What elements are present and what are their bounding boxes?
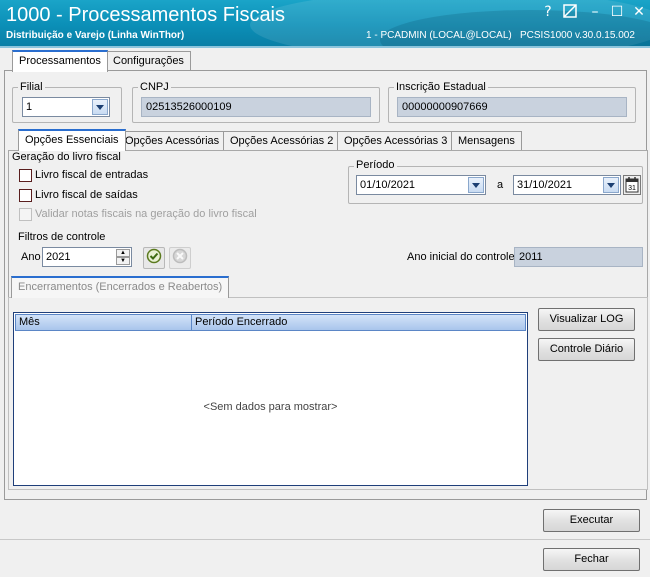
grid-empty-message: <Sem dados para mostrar> bbox=[203, 401, 338, 413]
maximize-icon[interactable]: ☐ bbox=[609, 4, 625, 20]
tab-opcoes-essenciais[interactable]: Opções Essenciais bbox=[18, 129, 126, 151]
svg-text:31: 31 bbox=[628, 185, 636, 192]
ano-spinner[interactable]: 2021 ▲ ▼ bbox=[42, 247, 132, 267]
title-bar: 1000 - Processamentos Fiscais Distribuiç… bbox=[0, 0, 650, 46]
entradas-label[interactable]: Livro fiscal de entradas bbox=[35, 169, 148, 181]
fechar-button[interactable]: Fechar bbox=[543, 548, 640, 571]
tab-configuracoes[interactable]: Configurações bbox=[106, 51, 191, 71]
spinner-down-icon[interactable]: ▼ bbox=[116, 257, 130, 265]
visualizar-log-button[interactable]: Visualizar LOG bbox=[538, 308, 635, 331]
saidas-label[interactable]: Livro fiscal de saídas bbox=[35, 189, 138, 201]
tab-encerramentos[interactable]: Encerramentos (Encerrados e Reabertos) bbox=[11, 276, 230, 298]
geracao-label: Geração do livro fiscal bbox=[12, 151, 121, 163]
inscricao-label: Inscrição Estadual bbox=[394, 81, 488, 93]
tab-opcoes-acessorias-2[interactable]: Opções Acessórias 2 bbox=[223, 131, 341, 151]
filial-select[interactable]: 1 bbox=[22, 97, 110, 117]
validar-label: Validar notas fiscais na geração do livr… bbox=[35, 208, 257, 220]
periodo-start-date[interactable]: 01/10/2021 bbox=[356, 175, 486, 195]
confirm-button[interactable] bbox=[143, 247, 165, 269]
tab-opcoes-acessorias-3[interactable]: Opções Acessórias 3 bbox=[337, 131, 455, 151]
ano-inicial-label: Ano inicial do controle bbox=[407, 251, 515, 263]
saidas-checkbox[interactable] bbox=[19, 189, 32, 202]
tab-mensagens[interactable]: Mensagens bbox=[451, 131, 522, 151]
version-info: PCSIS1000 v.30.0.15.002 bbox=[520, 30, 635, 41]
close-icon[interactable]: ✕ bbox=[631, 4, 647, 20]
inscricao-field: 00000000907669 bbox=[397, 97, 627, 117]
calendar-icon[interactable]: 31 bbox=[623, 175, 641, 195]
periodo-separator: a bbox=[497, 179, 504, 191]
ano-value: 2021 bbox=[46, 251, 71, 263]
cnpj-label: CNPJ bbox=[138, 81, 171, 93]
footer-divider bbox=[0, 539, 650, 540]
chevron-down-icon[interactable] bbox=[92, 99, 108, 115]
minimize-icon[interactable]: – bbox=[587, 4, 603, 20]
chevron-down-icon[interactable] bbox=[603, 177, 619, 193]
periodo-end-date[interactable]: 31/10/2021 bbox=[513, 175, 621, 195]
ano-label: Ano bbox=[21, 251, 41, 263]
cancel-button[interactable] bbox=[169, 247, 191, 269]
executar-button[interactable]: Executar bbox=[543, 509, 640, 532]
column-periodo-encerrado[interactable]: Período Encerrado bbox=[192, 315, 492, 330]
window-subtitle: Distribuição e Varejo (Linha WinThor) bbox=[6, 30, 185, 41]
filial-value: 1 bbox=[26, 101, 33, 113]
spinner-up-icon[interactable]: ▲ bbox=[116, 249, 130, 257]
encerramentos-grid[interactable]: Mês Período Encerrado <Sem dados para mo… bbox=[13, 312, 528, 486]
title-accent-line bbox=[0, 46, 650, 48]
check-circle-icon bbox=[146, 248, 162, 264]
window-title: 1000 - Processamentos Fiscais bbox=[6, 4, 286, 26]
chevron-down-icon[interactable] bbox=[468, 177, 484, 193]
controle-diario-button[interactable]: Controle Diário bbox=[538, 338, 635, 361]
tab-processamentos[interactable]: Processamentos bbox=[12, 50, 108, 72]
x-circle-icon bbox=[172, 248, 188, 264]
filtros-label: Filtros de controle bbox=[18, 231, 106, 243]
periodo-end-value: 31/10/2021 bbox=[517, 179, 573, 191]
periodo-start-value: 01/10/2021 bbox=[360, 179, 416, 191]
help-icon[interactable]: ? bbox=[540, 4, 556, 20]
filial-label: Filial bbox=[18, 81, 45, 93]
tab-opcoes-acessorias[interactable]: Opções Acessórias bbox=[118, 131, 227, 151]
entradas-checkbox[interactable] bbox=[19, 169, 32, 182]
cnpj-field: 02513526000109 bbox=[141, 97, 371, 117]
restore-icon[interactable] bbox=[562, 4, 578, 20]
ano-inicial-field: 2011 bbox=[514, 247, 643, 267]
column-mes[interactable]: Mês bbox=[16, 315, 192, 330]
periodo-label: Período bbox=[354, 159, 397, 171]
validar-checkbox[interactable] bbox=[19, 208, 32, 221]
user-info: 1 - PCADMIN (LOCAL@LOCAL) bbox=[366, 30, 512, 41]
grid-header: Mês Período Encerrado bbox=[15, 314, 526, 331]
